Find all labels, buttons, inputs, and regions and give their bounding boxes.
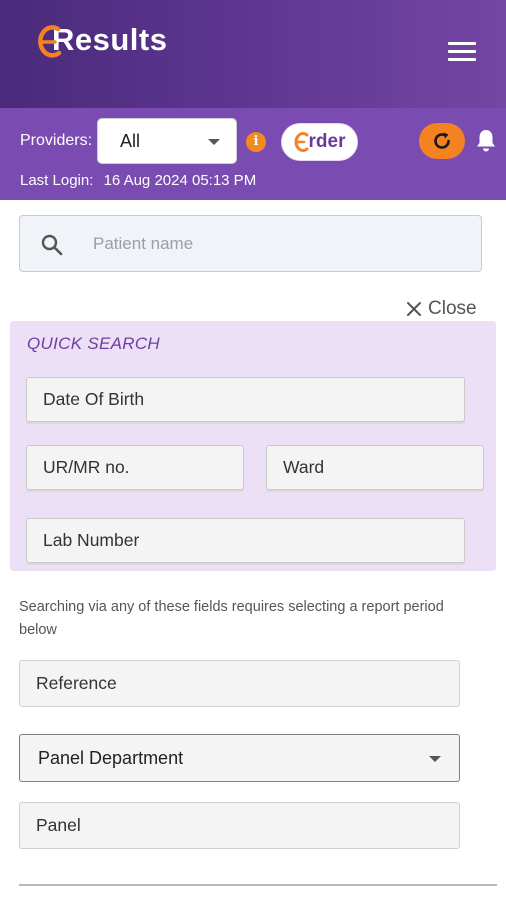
chevron-down-icon bbox=[208, 139, 220, 145]
close-button[interactable]: Close bbox=[406, 298, 477, 320]
date-of-birth-placeholder: Date Of Birth bbox=[43, 389, 145, 409]
close-icon bbox=[407, 302, 421, 316]
panel-field[interactable]: Panel bbox=[19, 802, 460, 849]
providers-select[interactable]: All bbox=[97, 118, 237, 164]
patient-name-input[interactable] bbox=[93, 230, 463, 258]
refresh-icon bbox=[434, 132, 450, 149]
logo-text: Results bbox=[52, 22, 168, 57]
divider bbox=[19, 884, 497, 886]
chevron-down-icon bbox=[429, 756, 441, 762]
order-button[interactable]: rder bbox=[281, 123, 358, 161]
info-icon[interactable]: i bbox=[246, 132, 266, 152]
providers-label: Providers: bbox=[20, 132, 93, 149]
order-button-label: rder bbox=[308, 131, 346, 152]
last-login-label: Last Login: bbox=[20, 172, 94, 189]
last-login-value: 16 Aug 2024 05:13 PM bbox=[103, 172, 257, 189]
logo-e-icon bbox=[38, 25, 62, 58]
providers-selected-value: All bbox=[120, 130, 141, 151]
lab-number-field[interactable]: Lab Number bbox=[26, 518, 465, 563]
refresh-button[interactable] bbox=[419, 123, 465, 159]
results-logo: Results bbox=[38, 20, 167, 60]
close-label: Close bbox=[428, 298, 477, 319]
last-login: Last Login: 16 Aug 2024 05:13 PM bbox=[20, 172, 256, 189]
panel-department-select[interactable]: Panel Department bbox=[19, 734, 460, 782]
panel-department-value: Panel Department bbox=[38, 747, 184, 768]
lab-number-placeholder: Lab Number bbox=[43, 530, 140, 550]
hamburger-menu-icon[interactable] bbox=[448, 42, 476, 66]
patient-search-box bbox=[19, 215, 482, 272]
helper-text: Searching via any of these fields requir… bbox=[19, 599, 444, 638]
notification-bell-icon[interactable] bbox=[475, 128, 497, 154]
reference-field[interactable]: Reference bbox=[19, 660, 460, 707]
search-icon bbox=[41, 234, 63, 256]
ward-placeholder: Ward bbox=[283, 457, 325, 477]
quick-search-title: QUICK SEARCH bbox=[27, 334, 161, 353]
order-logo-o-icon bbox=[294, 132, 309, 152]
ward-field[interactable]: Ward bbox=[266, 445, 484, 490]
reference-placeholder: Reference bbox=[36, 673, 117, 693]
app-header: Results bbox=[0, 0, 506, 108]
ur-mr-number-placeholder: UR/MR no. bbox=[43, 457, 130, 477]
date-of-birth-field[interactable]: Date Of Birth bbox=[26, 377, 465, 422]
ur-mr-number-field[interactable]: UR/MR no. bbox=[26, 445, 244, 490]
panel-placeholder: Panel bbox=[36, 815, 81, 835]
